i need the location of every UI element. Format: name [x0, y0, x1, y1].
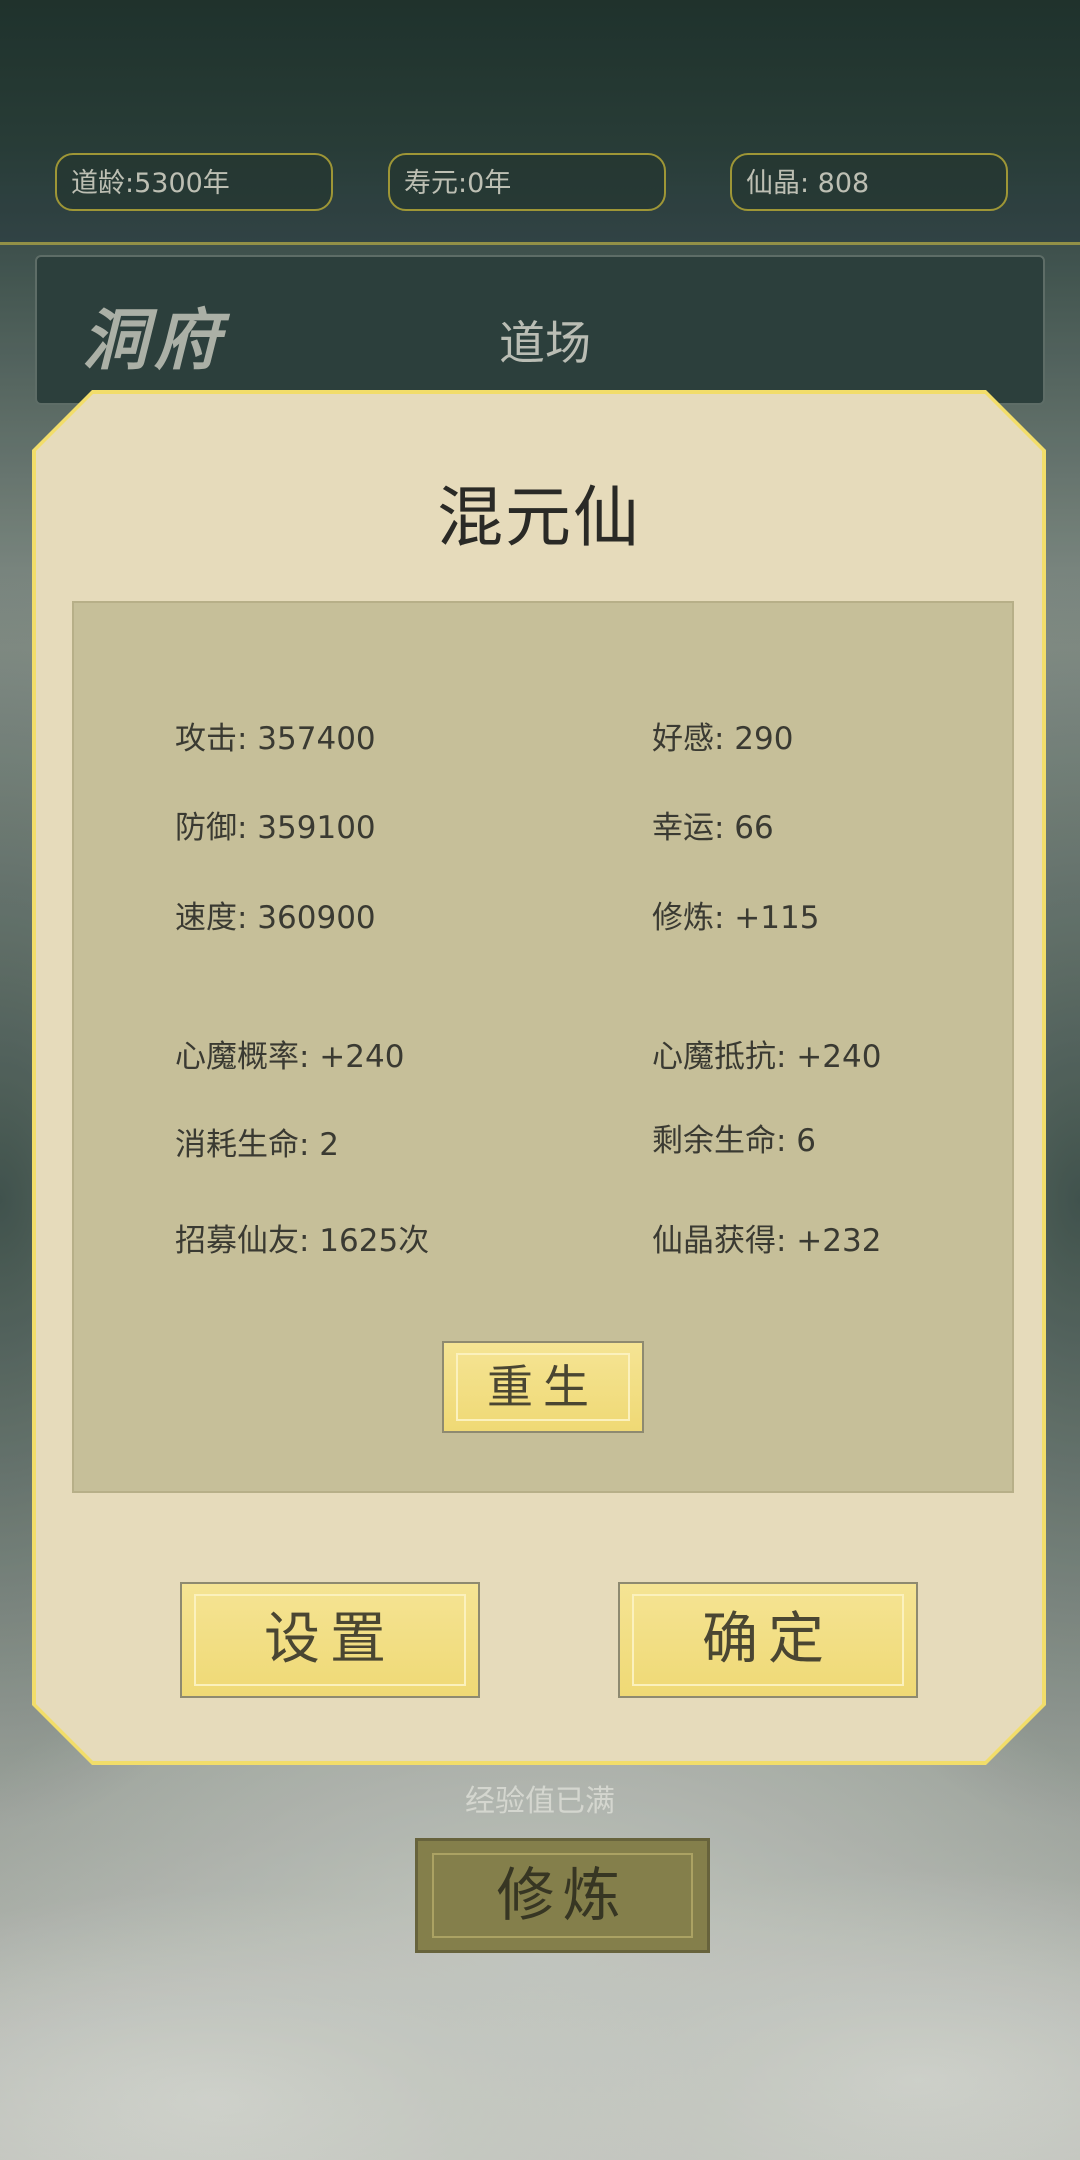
- stat-inner-demon-resist: 心魔抵抗: +240: [652, 1039, 882, 1075]
- dialog-body: 混元仙 攻击: 357400 防御: 359100 速度: 360900 心魔概…: [36, 394, 1042, 1761]
- character-stats-dialog: 混元仙 攻击: 357400 防御: 359100 速度: 360900 心魔概…: [32, 390, 1046, 1765]
- stat-cultivation: 修炼: +115: [652, 900, 820, 936]
- confirm-button[interactable]: 确定: [618, 1582, 918, 1698]
- settings-button[interactable]: 设置: [180, 1582, 480, 1698]
- reborn-button[interactable]: 重生: [442, 1341, 644, 1433]
- stat-recruited-friends: 招募仙友: 1625次: [175, 1223, 430, 1259]
- stat-remaining-life: 剩余生命: 6: [652, 1123, 817, 1159]
- stat-crystal-gain: 仙晶获得: +232: [652, 1223, 882, 1259]
- settings-button-label: 设置: [264, 1607, 396, 1672]
- stat-attack: 攻击: 357400: [175, 721, 376, 757]
- stat-inner-demon-chance: 心魔概率: +240: [175, 1039, 405, 1075]
- stat-luck: 幸运: 66: [652, 810, 774, 846]
- stat-speed: 速度: 360900: [175, 900, 376, 936]
- confirm-button-label: 确定: [702, 1607, 834, 1672]
- stat-life-consumed: 消耗生命: 2: [175, 1127, 340, 1163]
- stat-defense: 防御: 359100: [175, 810, 376, 846]
- reborn-button-label: 重生: [487, 1360, 599, 1414]
- stat-favor: 好感: 290: [652, 721, 794, 757]
- dialog-title: 混元仙: [437, 479, 641, 556]
